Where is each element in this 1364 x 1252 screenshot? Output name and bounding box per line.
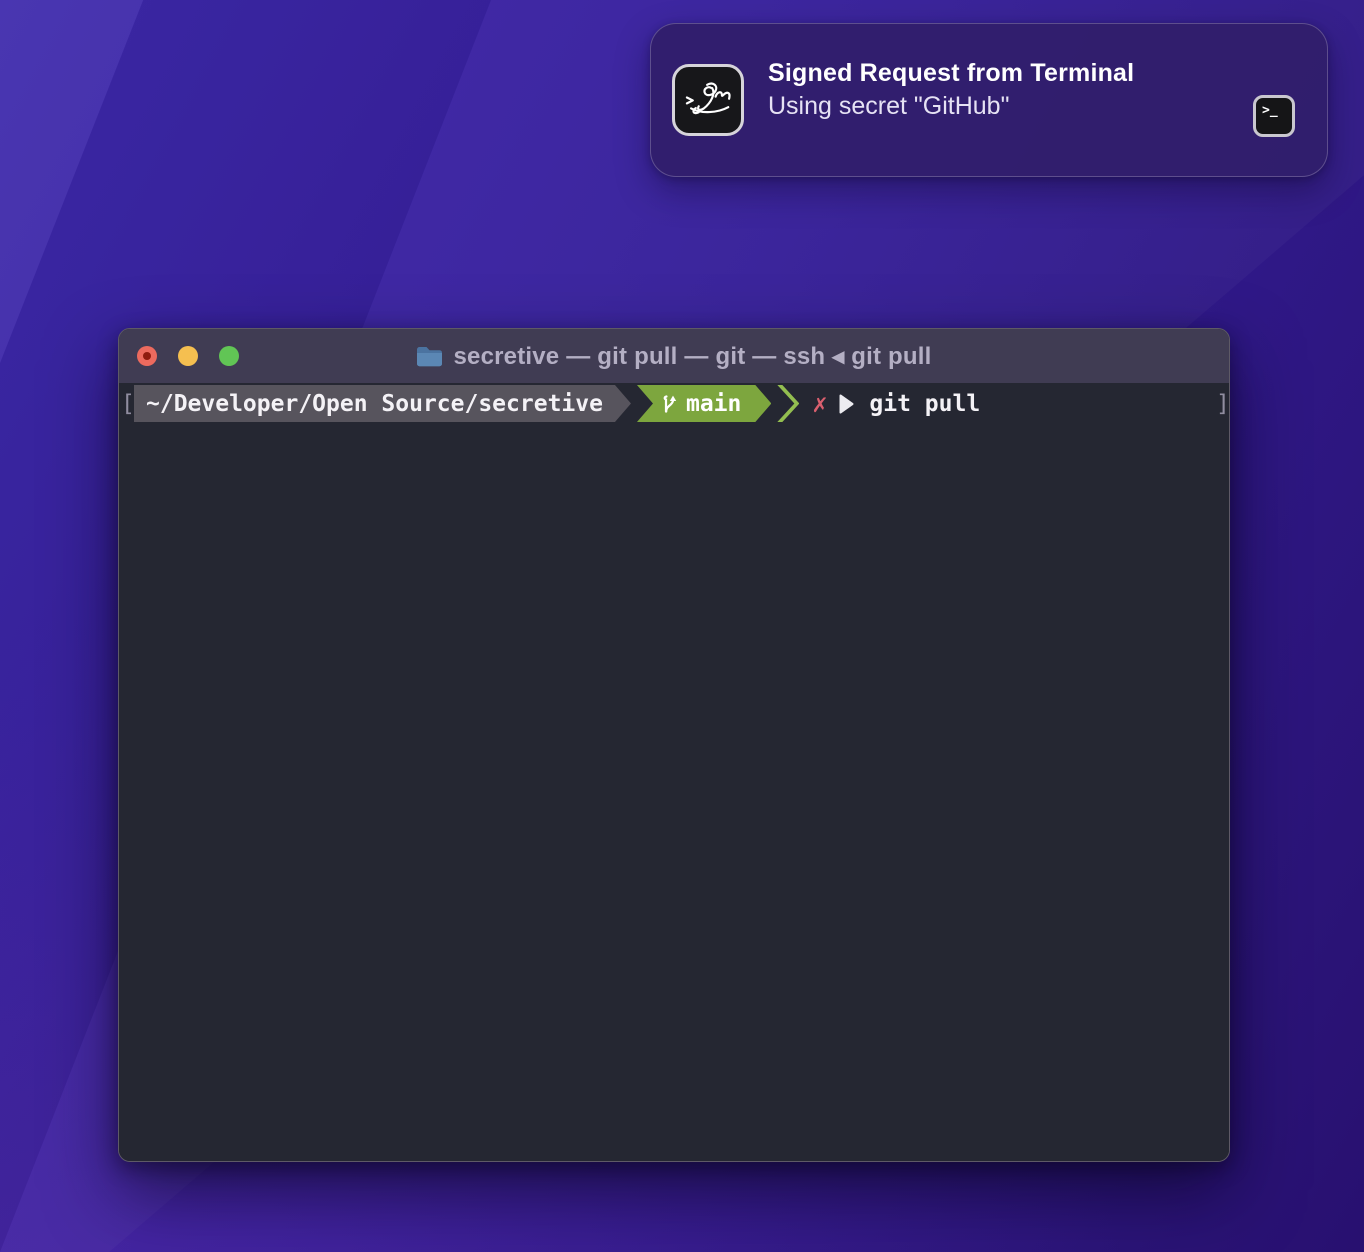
notification-body: Using secret "GitHub"	[768, 90, 1228, 123]
minimize-button[interactable]	[178, 346, 198, 366]
prompt-arrow-icon	[839, 394, 854, 414]
signature-icon	[681, 73, 735, 127]
secretive-app-icon	[672, 64, 744, 136]
prompt-chevron-icon	[777, 385, 799, 422]
shell-mark-close: ]	[1216, 391, 1227, 417]
terminal-body[interactable]: [ ~/Developer/Open Source/secretive main…	[119, 383, 1229, 1161]
git-branch-icon	[661, 393, 678, 414]
terminal-icon: >_	[1253, 95, 1295, 137]
exit-status-mark: ✗	[812, 389, 827, 418]
shell-mark-open: [	[121, 391, 132, 417]
prompt-line: [ ~/Developer/Open Source/secretive main…	[121, 385, 1227, 422]
close-button[interactable]	[137, 346, 157, 366]
zoom-button[interactable]	[219, 346, 239, 366]
notification-title: Signed Request from Terminal	[768, 57, 1228, 90]
prompt-path: ~/Developer/Open Source/secretive	[146, 391, 603, 417]
terminal-window: secretive — git pull — git — ssh ◂ git p…	[118, 328, 1230, 1162]
branch-name: main	[686, 391, 741, 417]
window-titlebar[interactable]: secretive — git pull — git — ssh ◂ git p…	[119, 329, 1229, 383]
folder-icon	[416, 345, 443, 367]
prompt-path-segment: ~/Developer/Open Source/secretive	[134, 385, 631, 422]
prompt-branch-segment: main	[637, 385, 771, 422]
typed-command: git pull	[869, 391, 980, 417]
notification-banner[interactable]: Signed Request from Terminal Using secre…	[650, 23, 1328, 177]
window-title-group: secretive — git pull — git — ssh ◂ git p…	[416, 342, 931, 371]
notification-text-block: Signed Request from Terminal Using secre…	[768, 57, 1228, 123]
window-title: secretive — git pull — git — ssh ◂ git p…	[453, 342, 931, 371]
